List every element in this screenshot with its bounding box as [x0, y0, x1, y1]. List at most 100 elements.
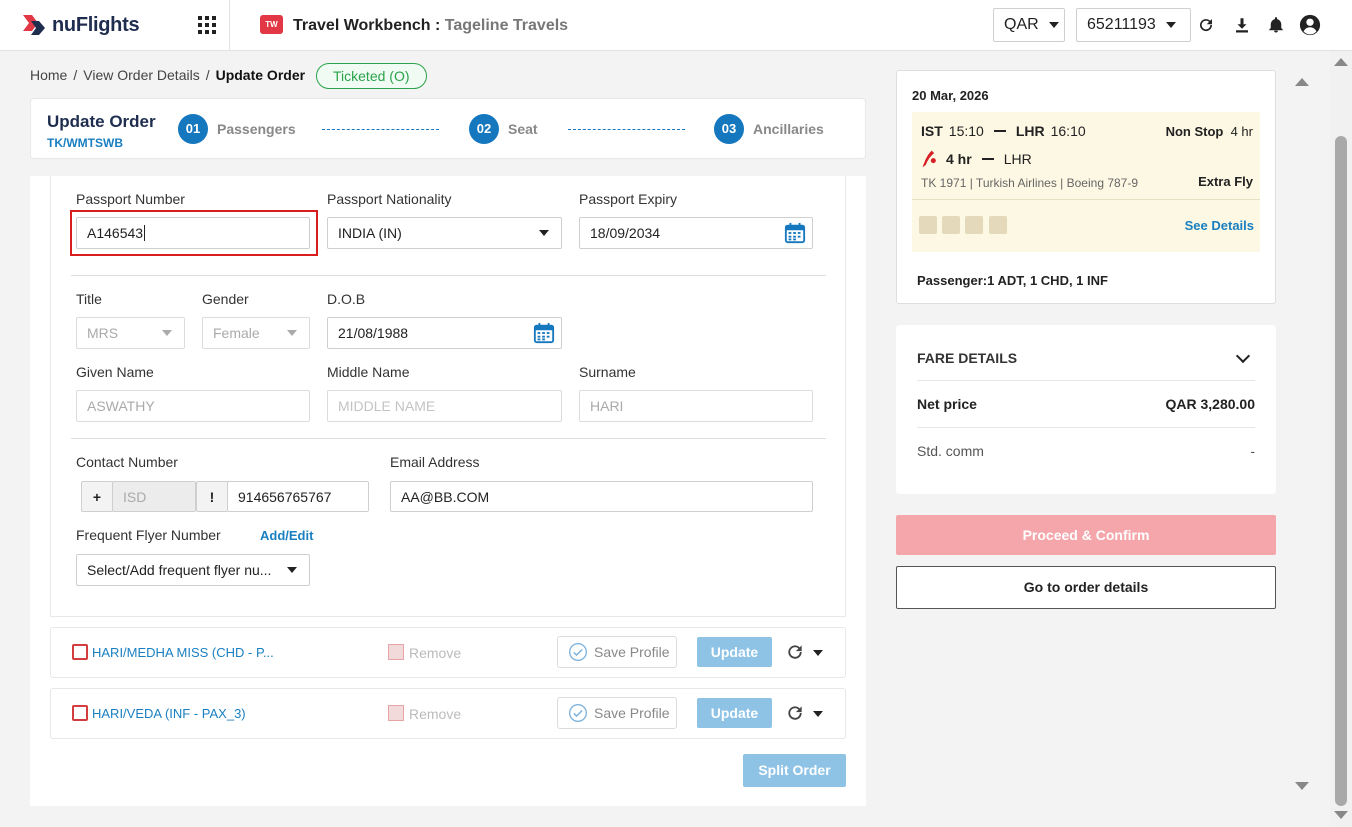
flight-route: IST 15:10 LHR 16:10	[921, 123, 1086, 139]
save-profile-button[interactable]: Save Profile	[557, 697, 677, 729]
chevron-down-icon[interactable]	[813, 711, 823, 717]
contact-number-label: Contact Number	[76, 454, 178, 470]
destination-code: LHR	[1015, 123, 1045, 139]
leg-duration: 4 hr	[946, 151, 972, 167]
email-value: AA@BB.COM	[401, 489, 490, 505]
wifi-icon	[919, 216, 937, 234]
divider	[71, 275, 826, 276]
apps-grid-icon[interactable]	[198, 16, 216, 34]
breadcrumb-separator: /	[205, 67, 210, 83]
passenger-details-form: Passport Number A146543 Passport Nationa…	[50, 176, 846, 617]
breadcrumb-separator: /	[73, 67, 78, 83]
ffn-value: Select/Add frequent flyer nu...	[87, 562, 272, 578]
step-3-number[interactable]: 03	[714, 114, 744, 144]
step-1-label[interactable]: Passengers	[217, 121, 296, 137]
update-button[interactable]: Update	[697, 698, 772, 728]
passport-number-input[interactable]: A146543	[76, 217, 310, 249]
divider	[917, 427, 1255, 428]
isd-plus-button[interactable]: +	[81, 481, 113, 512]
passenger-checkbox[interactable]	[72, 644, 88, 660]
chevron-down-icon[interactable]	[1235, 348, 1251, 364]
calendar-icon[interactable]	[533, 322, 555, 344]
step-2-number[interactable]: 02	[469, 114, 499, 144]
bell-icon[interactable]	[1265, 14, 1287, 36]
download-icon[interactable]	[1231, 14, 1253, 36]
page-title: Update Order	[47, 112, 156, 131]
fare-brand: Extra Fly	[1198, 174, 1253, 189]
ffn-select[interactable]: Select/Add frequent flyer nu...	[76, 554, 310, 586]
order-code[interactable]: TK/WMTSWB	[47, 136, 123, 150]
breadcrumb-current: Update Order	[215, 67, 306, 83]
page-scroll-up-icon[interactable]	[1334, 58, 1348, 66]
passenger-name-link[interactable]: HARI/VEDA (INF - PAX_3)	[92, 706, 246, 721]
surname-input[interactable]: HARI	[579, 390, 813, 422]
passport-expiry-input[interactable]: 18/09/2034	[579, 217, 813, 249]
refresh-icon[interactable]	[785, 642, 805, 662]
passport-nationality-value: INDIA (IN)	[338, 225, 402, 241]
divider	[912, 199, 1260, 200]
step-3-label[interactable]: Ancillaries	[753, 121, 824, 137]
panel-scroll-down-icon[interactable]	[1295, 782, 1309, 790]
fare-details-title[interactable]: FARE DETAILS	[917, 350, 1017, 366]
gender-value: Female	[213, 325, 260, 341]
ffn-label: Frequent Flyer Number	[76, 527, 221, 543]
email-field[interactable]: AA@BB.COM	[390, 481, 813, 512]
page-scroll-down-icon[interactable]	[1334, 811, 1348, 819]
passenger-name-link[interactable]: HARI/MEDHA MISS (CHD - P...	[92, 645, 274, 660]
dob-value: 21/08/1988	[338, 325, 409, 341]
contact-number-value: 914656765767	[238, 489, 332, 505]
gender-select[interactable]: Female	[202, 317, 310, 349]
title-text: Travel Workbench	[293, 17, 431, 34]
chevron-down-icon	[287, 567, 297, 573]
ffn-add-edit-link[interactable]: Add/Edit	[260, 528, 313, 543]
account-select[interactable]: 65211193	[1076, 8, 1191, 42]
page-scrollbar-thumb[interactable]	[1335, 136, 1347, 806]
turkish-airlines-logo-icon	[922, 150, 936, 168]
refresh-icon[interactable]	[1195, 14, 1217, 36]
breadcrumb-view-order[interactable]: View Order Details	[83, 67, 199, 83]
chevron-down-icon	[287, 330, 297, 336]
list-item: HARI/VEDA (INF - PAX_3) Remove Save Prof…	[50, 688, 846, 739]
breadcrumb-home[interactable]: Home	[30, 67, 67, 83]
given-name-input[interactable]: ASWATHY	[76, 390, 310, 422]
gender-label: Gender	[202, 291, 249, 307]
workbench-icon: TW	[260, 15, 283, 34]
save-profile-label: Save Profile	[594, 705, 670, 721]
dob-input[interactable]: 21/08/1988	[327, 317, 562, 349]
title-separator: :	[430, 17, 445, 34]
nuflights-logo[interactable]: nuFlights	[22, 10, 140, 40]
passport-nationality-select[interactable]: INDIA (IN)	[327, 217, 562, 249]
remove-checkbox[interactable]	[388, 644, 404, 660]
save-profile-button[interactable]: Save Profile	[557, 636, 677, 668]
remove-checkbox[interactable]	[388, 705, 404, 721]
currency-select[interactable]: QAR	[993, 8, 1065, 42]
step-2-label[interactable]: Seat	[508, 121, 538, 137]
passenger-checkbox[interactable]	[72, 705, 88, 721]
update-button[interactable]: Update	[697, 637, 772, 667]
see-details-link[interactable]: See Details	[1185, 218, 1254, 233]
proceed-confirm-button[interactable]: Proceed & Confirm	[896, 515, 1276, 555]
contact-number-input[interactable]: 914656765767	[227, 481, 369, 512]
chevron-down-icon[interactable]	[813, 650, 823, 656]
middle-name-label: Middle Name	[327, 364, 410, 380]
passport-nationality-label: Passport Nationality	[327, 191, 452, 207]
refresh-icon[interactable]	[785, 703, 805, 723]
contact-info-button[interactable]: !	[196, 481, 228, 512]
arrival-time: 16:10	[1050, 123, 1086, 139]
step-1-number[interactable]: 01	[178, 114, 208, 144]
nuflights-logo-icon	[23, 15, 45, 35]
split-order-button[interactable]: Split Order	[743, 754, 846, 787]
leg-info: 4 hr LHR	[920, 149, 1032, 169]
logo-text: nuFlights	[52, 13, 140, 36]
passport-number-label: Passport Number	[76, 191, 185, 207]
title-select[interactable]: MRS	[76, 317, 185, 349]
panel-scroll-up-icon[interactable]	[1295, 78, 1309, 86]
go-to-order-details-button[interactable]: Go to order details	[896, 566, 1276, 609]
header-divider	[229, 0, 230, 50]
flight-date: 20 Mar, 2026	[912, 88, 989, 103]
isd-input[interactable]: ISD	[112, 481, 196, 512]
user-account-icon[interactable]	[1299, 14, 1321, 36]
calendar-icon[interactable]	[784, 222, 806, 244]
seat-icon	[942, 216, 960, 234]
middle-name-input[interactable]: MIDDLE NAME	[327, 390, 562, 422]
